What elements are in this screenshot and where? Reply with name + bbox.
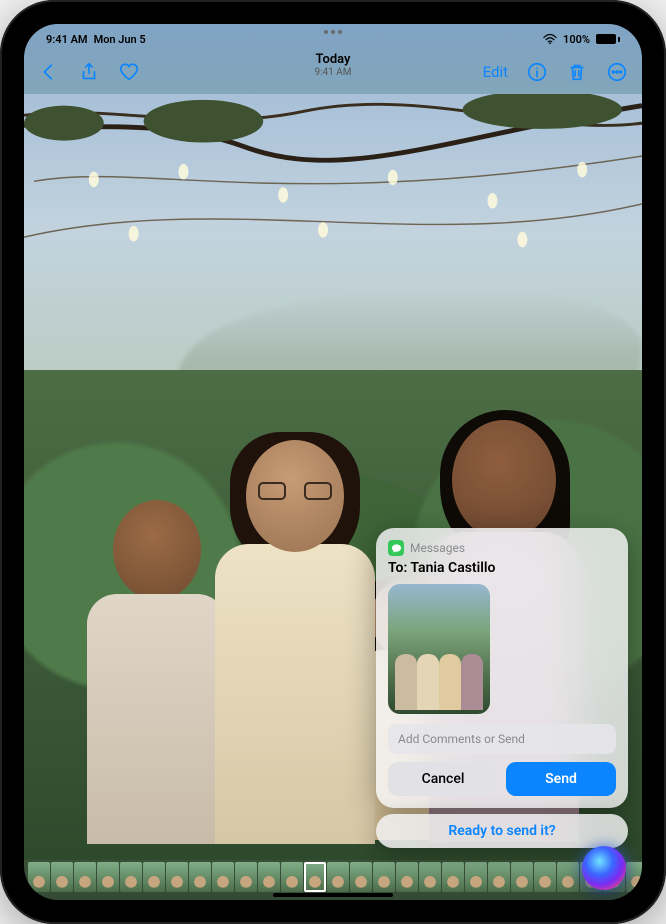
favorite-button[interactable]: [118, 61, 140, 83]
thumbnail[interactable]: [373, 862, 395, 892]
info-button[interactable]: [526, 61, 548, 83]
thumbnail[interactable]: [534, 862, 556, 892]
siri-confirm-pill[interactable]: Ready to send it?: [376, 814, 628, 848]
thumbnail[interactable]: [442, 862, 464, 892]
thumbnail[interactable]: [396, 862, 418, 892]
siri-card-header: Messages: [388, 540, 616, 556]
thumbnail[interactable]: [419, 862, 441, 892]
edit-button[interactable]: Edit: [483, 63, 508, 81]
siri-confirm-text: Ready to send it?: [448, 823, 555, 839]
status-bar: 9:41 AM Mon Jun 5 100%: [24, 24, 642, 44]
siri-recipient-line: To: Tania Castillo: [388, 560, 616, 576]
send-button[interactable]: Send: [506, 762, 616, 796]
battery-icon: [596, 34, 620, 44]
status-time: 9:41 AM: [46, 33, 88, 46]
screen: 9:41 AM Mon Jun 5 100%: [24, 24, 642, 900]
thumbnail[interactable]: [235, 862, 257, 892]
thumbnail[interactable]: [557, 862, 579, 892]
thumbnail[interactable]: [488, 862, 510, 892]
multitask-indicator[interactable]: [322, 30, 344, 34]
siri-input-placeholder: Add Comments or Send: [398, 732, 525, 746]
thumbnail[interactable]: [350, 862, 372, 892]
thumbnail[interactable]: [189, 862, 211, 892]
thumbnail[interactable]: [51, 862, 73, 892]
thumbnail[interactable]: [166, 862, 188, 892]
thumbnail[interactable]: [97, 862, 119, 892]
thumbnail[interactable]: [465, 862, 487, 892]
battery-percent: 100%: [563, 33, 590, 46]
share-button[interactable]: [78, 61, 100, 83]
thumbnail[interactable]: [327, 862, 349, 892]
delete-button[interactable]: [566, 61, 588, 83]
siri-messages-card: Messages To: Tania Castillo Add Comments…: [376, 528, 628, 808]
thumbnail[interactable]: [281, 862, 303, 892]
ipad-frame: 9:41 AM Mon Jun 5 100%: [0, 0, 666, 924]
thumbnail[interactable]: [74, 862, 96, 892]
thumbnail-strip[interactable]: [24, 862, 642, 892]
thumbnail[interactable]: [626, 862, 642, 892]
back-button[interactable]: [38, 61, 60, 83]
status-date: Mon Jun 5: [94, 33, 146, 46]
thumbnail[interactable]: [258, 862, 280, 892]
siri-app-label: Messages: [410, 541, 465, 555]
siri-photo-preview: [388, 584, 490, 714]
thumbnail[interactable]: [120, 862, 142, 892]
more-button[interactable]: [606, 61, 628, 83]
siri-recipient: Tania Castillo: [410, 560, 495, 576]
thumbnail-selected[interactable]: [304, 862, 326, 892]
nav-subtitle: 9:41 AM: [314, 67, 351, 78]
siri-orb[interactable]: [582, 846, 626, 890]
home-indicator[interactable]: [273, 893, 393, 897]
thumbnail[interactable]: [143, 862, 165, 892]
cancel-button[interactable]: Cancel: [388, 762, 498, 796]
nav-bar: Today 9:41 AM Edit: [24, 50, 642, 94]
thumbnail[interactable]: [28, 862, 50, 892]
siri-to-prefix: To:: [388, 560, 407, 576]
wifi-icon: [543, 34, 557, 44]
thumbnail[interactable]: [511, 862, 533, 892]
nav-title: Today: [314, 52, 351, 67]
messages-app-icon: [388, 540, 404, 556]
nav-title-group: Today 9:41 AM: [314, 52, 351, 78]
siri-comment-input[interactable]: Add Comments or Send: [388, 724, 616, 754]
thumbnail[interactable]: [212, 862, 234, 892]
